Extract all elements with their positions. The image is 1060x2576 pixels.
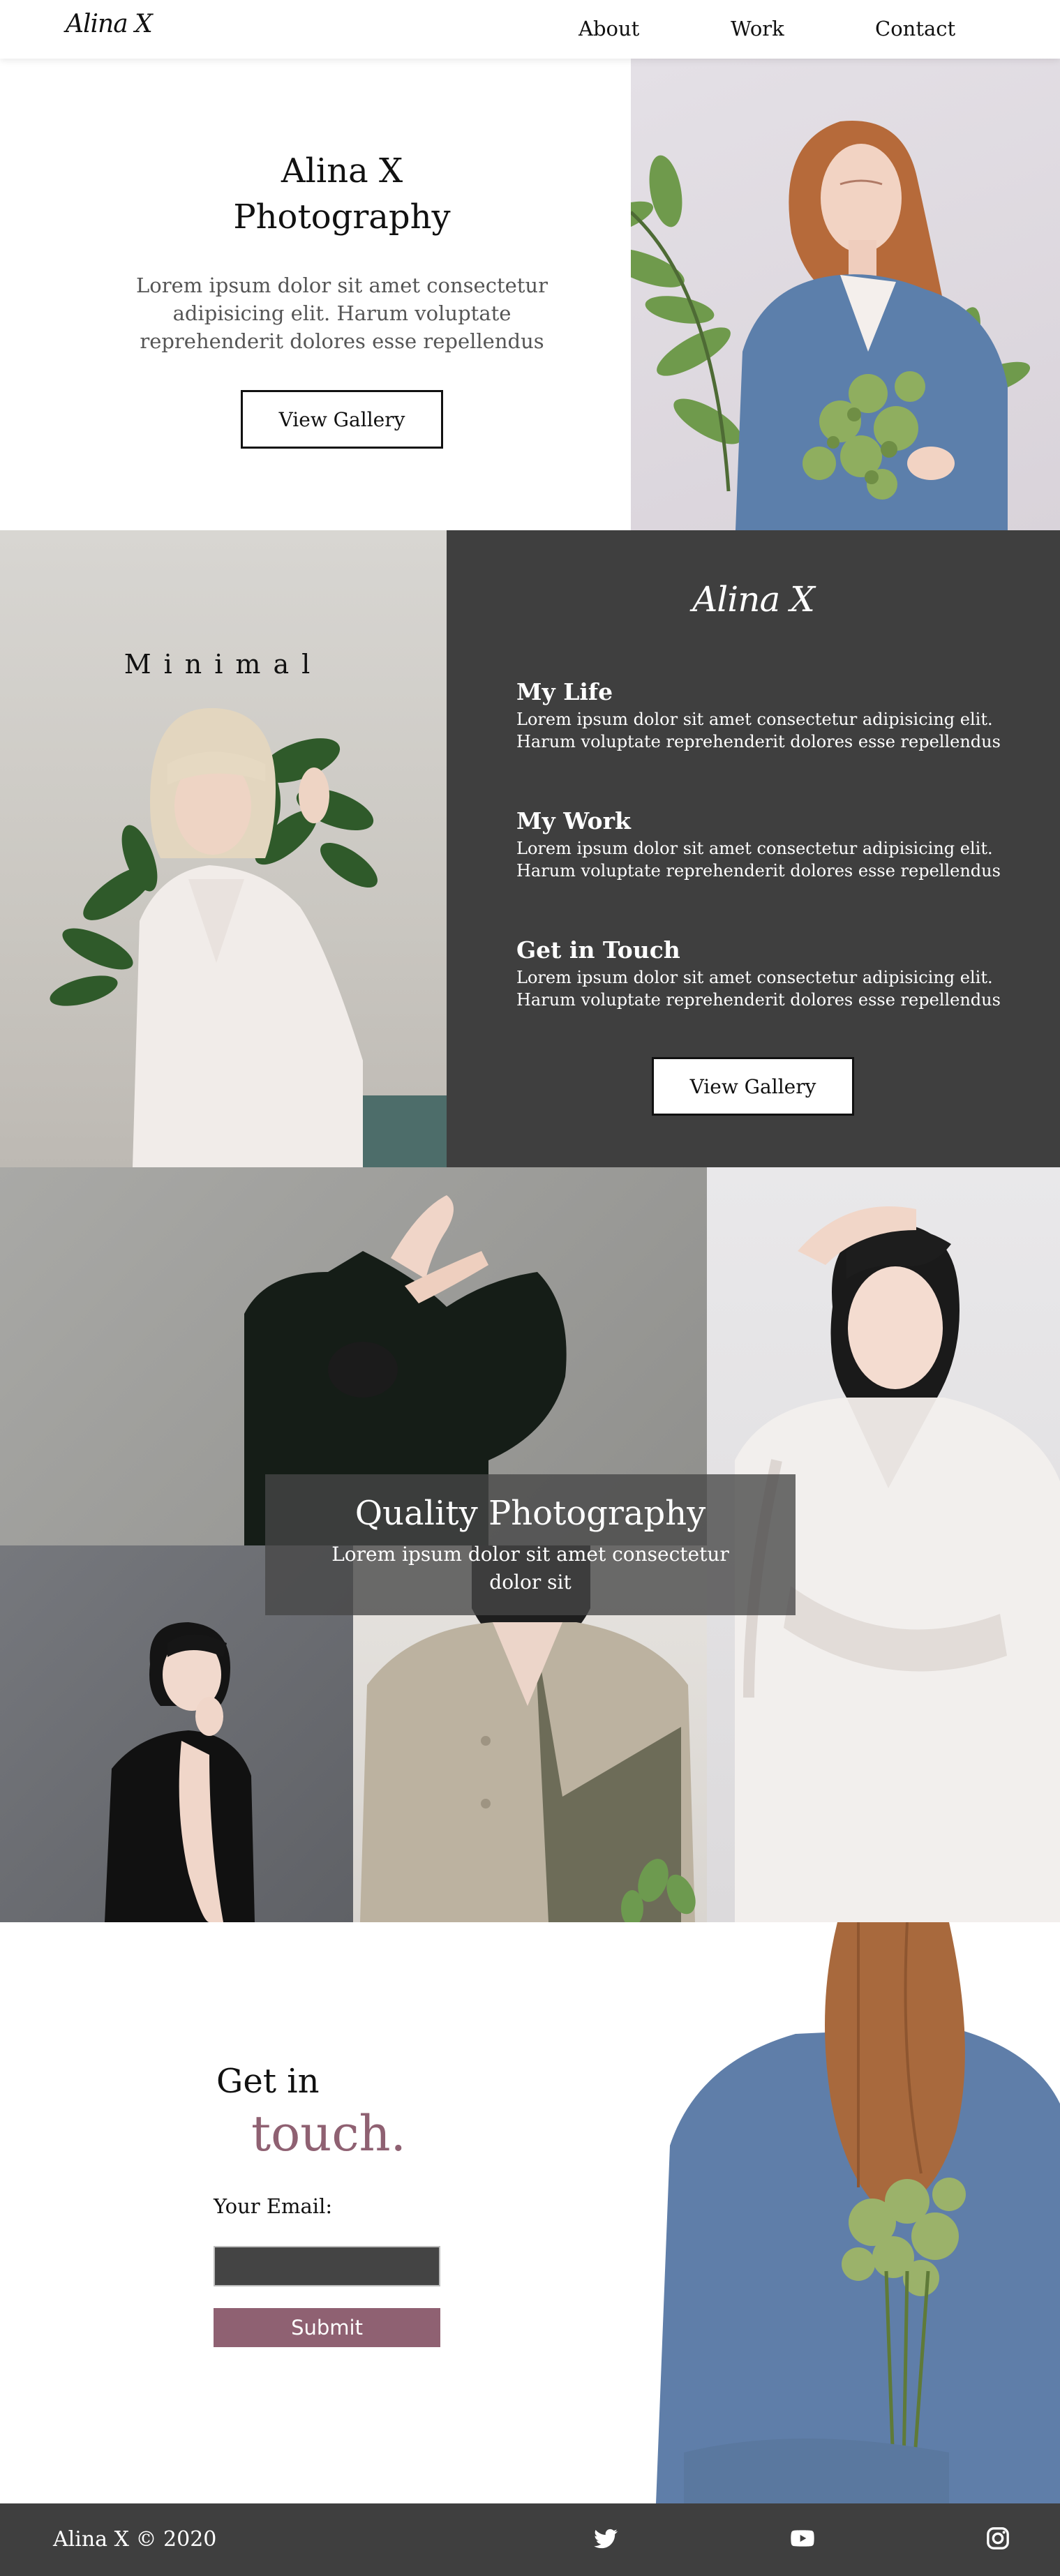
panel-logo: Alina X bbox=[692, 579, 815, 620]
overlay-title: Quality Photography bbox=[354, 1494, 706, 1533]
email-label: Your Email: bbox=[214, 2194, 333, 2218]
nav-link-work[interactable]: Work bbox=[731, 17, 784, 40]
contact-section: Get in touch. Your Email: Submit bbox=[0, 1922, 1060, 2503]
contact-photo-woman-back-with-bouquet bbox=[656, 1922, 1060, 2503]
logo[interactable]: Alina X bbox=[66, 10, 153, 38]
about-section: Minimal Alina X My Life Lorem ipsum dolo… bbox=[0, 530, 1060, 1167]
about-panel: Alina X My Life Lorem ipsum dolor sit am… bbox=[447, 530, 1060, 1167]
minimal-photo-woman-with-leaves: Minimal bbox=[0, 530, 447, 1167]
hero-title: Alina X Photography bbox=[233, 151, 451, 237]
instagram-icon[interactable] bbox=[984, 2524, 1012, 2552]
hero-photo-woman-with-plant bbox=[631, 59, 1060, 530]
my-life-text: Lorem ipsum dolor sit amet consectetur a… bbox=[516, 710, 1001, 751]
my-work-title: My Work bbox=[516, 807, 631, 834]
nav-link-about[interactable]: About bbox=[578, 17, 639, 40]
twitter-icon[interactable] bbox=[592, 2524, 620, 2552]
minimal-label: Minimal bbox=[124, 649, 323, 680]
get-in-touch-text: Lorem ipsum dolor sit amet consectetur a… bbox=[516, 968, 1001, 1010]
top-navigation: Alina X About Work Contact bbox=[0, 0, 1060, 59]
gallery-section: Quality Photography Lorem ipsum dolor si… bbox=[0, 1167, 1060, 1922]
email-field[interactable] bbox=[214, 2246, 440, 2286]
nav-link-contact[interactable]: Contact bbox=[875, 17, 955, 40]
submit-button[interactable]: Submit bbox=[214, 2308, 440, 2347]
my-life-title: My Life bbox=[516, 678, 613, 705]
footer-copyright: Alina X © 2020 bbox=[53, 2527, 217, 2552]
get-in-touch-title: Get in Touch bbox=[516, 936, 680, 964]
hero-section: Alina X Photography Lorem ipsum dolor si… bbox=[0, 59, 1060, 530]
contact-heading-line1: Get in bbox=[216, 2062, 320, 2101]
hero-description: Lorem ipsum dolor sit amet consectetur a… bbox=[136, 274, 548, 353]
quality-overlay: Quality Photography Lorem ipsum dolor si… bbox=[265, 1474, 796, 1615]
contact-heading-line2: touch. bbox=[251, 2105, 406, 2162]
overlay-text: Lorem ipsum dolor sit amet consectetur d… bbox=[331, 1543, 729, 1594]
about-view-gallery-button[interactable]: View Gallery bbox=[652, 1057, 854, 1116]
hero-view-gallery-button[interactable]: View Gallery bbox=[241, 390, 443, 449]
footer: Alina X © 2020 bbox=[0, 2503, 1060, 2576]
my-work-text: Lorem ipsum dolor sit amet consectetur a… bbox=[516, 839, 1001, 881]
youtube-icon[interactable] bbox=[789, 2524, 816, 2552]
